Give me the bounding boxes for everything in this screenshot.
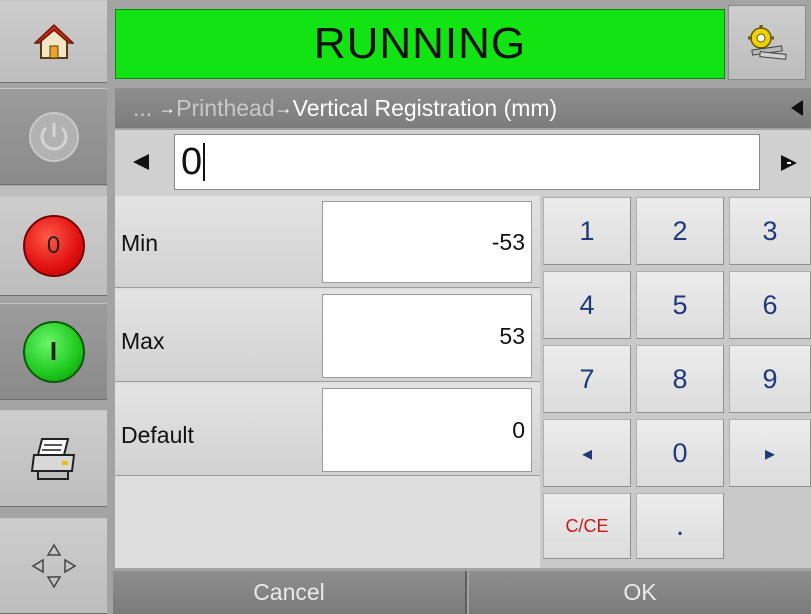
key-0-label: 0 bbox=[672, 437, 688, 468]
key-9[interactable]: 9 bbox=[729, 345, 811, 413]
default-value-field: 0 bbox=[322, 388, 532, 472]
min-value-field: -53 bbox=[322, 201, 532, 283]
key-5-label: 5 bbox=[672, 289, 688, 320]
key-cursor-left[interactable]: ◂ bbox=[543, 419, 631, 487]
key-6[interactable]: 6 bbox=[729, 271, 811, 339]
value-input-text: 0 bbox=[181, 140, 203, 183]
power-icon bbox=[28, 111, 79, 162]
home-button[interactable] bbox=[0, 0, 107, 83]
min-label: Min bbox=[121, 230, 159, 256]
key-clear-label: C/CE bbox=[565, 515, 609, 536]
key-3[interactable]: 3 bbox=[729, 197, 811, 265]
arrow-right-icon bbox=[781, 155, 797, 171]
key-4-label: 4 bbox=[579, 289, 595, 320]
breadcrumb-arrow: → bbox=[158, 97, 177, 118]
key-1[interactable]: 1 bbox=[543, 197, 631, 265]
max-value-field: 53 bbox=[322, 294, 532, 378]
move-arrows-icon bbox=[31, 543, 76, 589]
key-8-label: 8 bbox=[672, 363, 688, 394]
key-8[interactable]: 8 bbox=[636, 345, 724, 413]
min-value: -53 bbox=[491, 228, 525, 255]
max-row: Max 53 bbox=[115, 290, 540, 382]
cursor-right-button[interactable] bbox=[777, 150, 801, 176]
key-clear[interactable]: C/CE bbox=[543, 493, 631, 559]
value-input[interactable]: 0 bbox=[174, 134, 760, 190]
key-7-label: 7 bbox=[579, 363, 595, 394]
key-decimal[interactable]: . bbox=[636, 493, 724, 559]
back-arrow-icon[interactable] bbox=[789, 99, 805, 117]
key-6-label: 6 bbox=[762, 289, 778, 320]
home-icon bbox=[33, 23, 74, 59]
breadcrumb-ellipsis[interactable]: ... bbox=[133, 95, 152, 122]
cancel-label: Cancel bbox=[253, 579, 325, 605]
start-indicator: I bbox=[22, 320, 85, 383]
caret-right-icon: ▸ bbox=[764, 442, 776, 465]
key-4[interactable]: 4 bbox=[543, 271, 631, 339]
arrow-left-icon bbox=[133, 154, 149, 170]
key-2[interactable]: 2 bbox=[636, 197, 724, 265]
key-cursor-right[interactable]: ▸ bbox=[729, 419, 811, 487]
default-row: Default 0 bbox=[115, 384, 540, 476]
printer-button[interactable] bbox=[0, 410, 107, 507]
ok-label: OK bbox=[623, 579, 657, 605]
status-bar: RUNNING bbox=[115, 9, 725, 79]
text-cursor bbox=[203, 143, 206, 181]
key-5[interactable]: 5 bbox=[636, 271, 724, 339]
default-value: 0 bbox=[512, 416, 525, 443]
breadcrumb-current: Vertical Registration (mm) bbox=[292, 94, 558, 121]
tools-icon bbox=[748, 24, 787, 60]
start-label: I bbox=[49, 336, 58, 366]
cancel-button[interactable]: Cancel bbox=[113, 571, 467, 614]
caret-left-icon: ◂ bbox=[581, 442, 593, 465]
key-decimal-label: . bbox=[675, 509, 685, 542]
default-label: Default bbox=[121, 422, 194, 448]
ok-button[interactable]: OK bbox=[469, 571, 811, 614]
stop-button[interactable]: 0 bbox=[0, 196, 107, 296]
power-button[interactable] bbox=[0, 88, 107, 185]
cursor-left-button[interactable] bbox=[129, 149, 153, 175]
breadcrumb-arrow: → bbox=[274, 97, 293, 118]
key-9-label: 9 bbox=[762, 363, 778, 394]
stop-indicator: 0 bbox=[22, 215, 85, 277]
navigate-button[interactable] bbox=[0, 518, 107, 614]
status-text: RUNNING bbox=[313, 19, 527, 68]
stop-label: 0 bbox=[46, 232, 61, 259]
breadcrumb-parent[interactable]: Printhead bbox=[176, 95, 274, 122]
tools-button[interactable] bbox=[728, 5, 806, 80]
key-2-label: 2 bbox=[672, 215, 688, 246]
printer-icon bbox=[30, 437, 75, 480]
key-1-label: 1 bbox=[579, 215, 595, 246]
input-row: 0 bbox=[115, 130, 811, 196]
start-button[interactable]: I bbox=[0, 303, 107, 400]
min-row: Min -53 bbox=[115, 196, 540, 288]
breadcrumb: ... → Printhead → Vertical Registration … bbox=[115, 88, 811, 128]
max-value: 53 bbox=[499, 322, 525, 349]
key-0[interactable]: 0 bbox=[636, 419, 724, 487]
key-7[interactable]: 7 bbox=[543, 345, 631, 413]
key-3-label: 3 bbox=[762, 215, 778, 246]
max-label: Max bbox=[121, 328, 165, 354]
